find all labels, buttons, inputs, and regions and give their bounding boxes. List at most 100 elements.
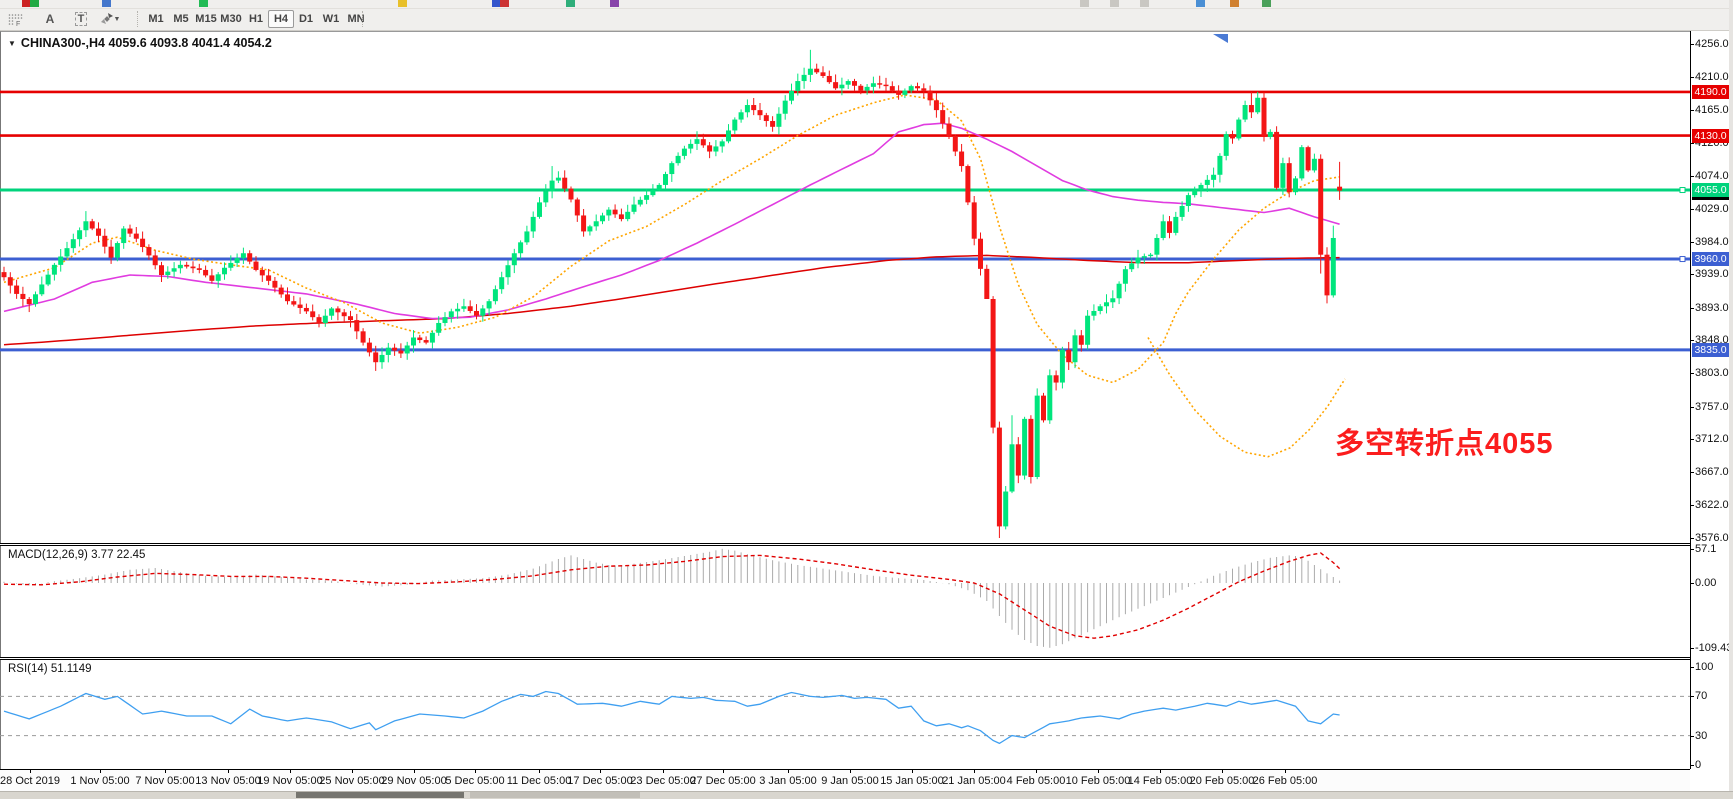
toolbar-icon-fragment[interactable] (1080, 0, 1089, 7)
candle-body (140, 239, 145, 247)
line-handle[interactable] (1680, 188, 1685, 193)
candle-body (134, 234, 139, 239)
chart-menu-triangle-icon[interactable]: ▼ (8, 39, 16, 48)
candle-body (959, 152, 964, 167)
candle-body (461, 306, 466, 309)
candle-body (493, 289, 498, 301)
candle-body (984, 269, 989, 299)
candle-body (52, 265, 57, 275)
candle-body (77, 230, 82, 239)
candle-body (890, 86, 895, 90)
toolbar-icon-fragment[interactable] (566, 0, 575, 7)
date-axis[interactable]: 28 Oct 20191 Nov 05:007 Nov 05:0013 Nov … (0, 769, 1690, 792)
timeframe-button-m15[interactable]: M15 (193, 10, 219, 28)
candle-body (902, 90, 907, 94)
date-axis-label: 28 Oct 2019 (0, 775, 60, 787)
template-grid-button[interactable]: F (8, 10, 30, 28)
candle-body (1186, 195, 1191, 206)
moving-average-line (4, 255, 1340, 344)
toolbar-icon-fragment[interactable] (1262, 0, 1271, 7)
chart-shift-marker-icon[interactable] (1213, 34, 1228, 43)
tick-mark (1691, 110, 1694, 111)
level-price-badge: 3835.0 (1692, 343, 1729, 357)
candle-body (27, 299, 32, 304)
toolbar-icon-fragment[interactable] (1110, 0, 1119, 7)
candle-body (1041, 396, 1046, 421)
toolbar-icon-fragment[interactable] (1140, 0, 1149, 7)
toolbar-icon-fragment[interactable] (610, 0, 619, 7)
candle-body (1255, 98, 1260, 113)
candle-body (197, 268, 202, 270)
candle-body (1047, 375, 1052, 420)
toolbar-icon-fragment[interactable] (398, 0, 407, 7)
candle-body (1167, 221, 1172, 233)
line-handle[interactable] (1680, 257, 1685, 262)
candle-body (896, 90, 901, 94)
timeframe-button-m5[interactable]: M5 (168, 10, 194, 28)
date-axis-label: 5 Dec 05:00 (445, 775, 504, 787)
candle-body (839, 85, 844, 89)
timeframe-button-m30[interactable]: M30 (218, 10, 244, 28)
candle-body (650, 190, 655, 195)
candle-body (1318, 159, 1323, 255)
candle-body (638, 200, 643, 205)
bottom-tab-fragment[interactable] (470, 792, 640, 798)
candle-body (783, 101, 788, 114)
candle-body (625, 212, 630, 219)
text-label-button[interactable]: A (40, 10, 60, 28)
candle-body (877, 83, 882, 84)
price-axis-tick: 4210.0 (1695, 71, 1729, 83)
candle-body (209, 275, 214, 280)
toolbar-icon-fragment[interactable] (102, 0, 111, 7)
timeframe-button-w1[interactable]: W1 (318, 10, 344, 28)
candle-body (657, 185, 662, 190)
mt4-window: F A T ▼ M1M5M15M30H1H4D1W1MN ▼ CHINA300-… (0, 0, 1733, 798)
candle-body (14, 286, 19, 294)
candle-body (1148, 255, 1153, 256)
timeframe-button-h1[interactable]: H1 (243, 10, 269, 28)
candle-body (827, 76, 832, 82)
price-axis[interactable]: 4256.04210.04165.04120.04074.04029.03984… (1690, 31, 1730, 769)
candle-body (392, 348, 397, 351)
styles-button[interactable]: ▼ (100, 10, 132, 28)
tick-mark (1098, 770, 1099, 773)
candle-body (33, 294, 38, 304)
candle-body (556, 178, 561, 181)
tick-mark (1691, 308, 1694, 309)
toolbar-icon-fragment[interactable] (30, 0, 39, 7)
candle-body (115, 243, 120, 258)
candle-body (1337, 187, 1342, 191)
toolbar-separator (362, 11, 368, 27)
candle-body (354, 320, 359, 331)
candle-body (669, 163, 674, 174)
toolbar-icon-fragment[interactable] (1230, 0, 1239, 7)
candle-body (720, 141, 725, 146)
candle-body (739, 112, 744, 119)
toolbar-icon-fragment[interactable] (1196, 0, 1205, 7)
text-box-button[interactable]: T (70, 10, 92, 28)
timeframe-button-m1[interactable]: M1 (143, 10, 169, 28)
price-axis-tick: 3667.0 (1695, 466, 1729, 478)
toolbar-icon-fragment[interactable] (500, 0, 509, 7)
candlestick-chart[interactable] (0, 31, 1690, 543)
rsi-axis-tick: 30 (1695, 730, 1707, 742)
window-edge (1729, 0, 1733, 798)
macd-axis-tick: -109.43 (1695, 642, 1732, 654)
rsi-indicator-chart[interactable] (0, 660, 1690, 769)
candle-body (146, 247, 151, 255)
timeframe-button-h4[interactable]: H4 (268, 10, 294, 28)
timeframe-button-d1[interactable]: D1 (293, 10, 319, 28)
candle-body (764, 115, 769, 121)
bottom-tab-fragment[interactable] (296, 792, 464, 798)
candle-body (543, 191, 548, 202)
candle-body (594, 221, 599, 226)
candle-body (1104, 302, 1109, 306)
macd-indicator-chart[interactable] (0, 546, 1690, 657)
candle-body (83, 221, 88, 230)
candle-body (562, 178, 567, 189)
level-price-badge: 4190.0 (1692, 85, 1729, 99)
candle-body (128, 229, 133, 234)
candle-body (203, 270, 208, 275)
candle-body (531, 217, 536, 232)
toolbar-icon-fragment[interactable] (199, 0, 208, 7)
